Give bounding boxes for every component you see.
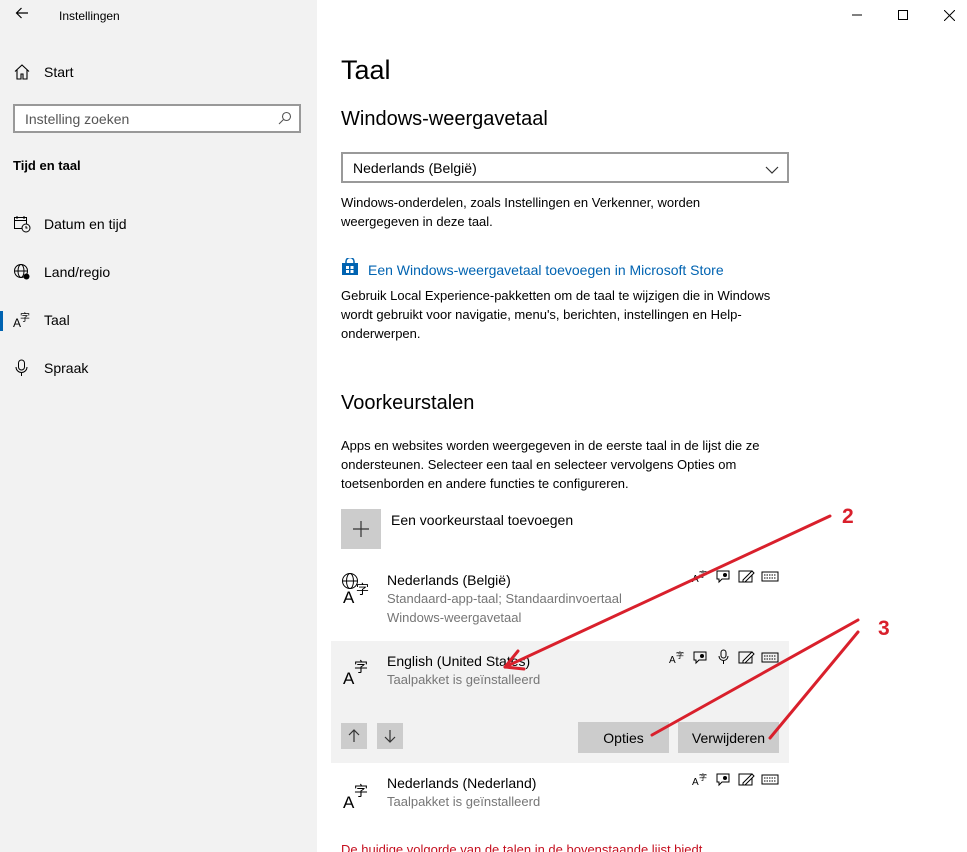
language-features: A字 (692, 771, 779, 788)
svg-text:字: 字 (699, 569, 707, 579)
language-display-icon: A字 (341, 572, 371, 607)
svg-text:字: 字 (699, 772, 707, 782)
options-button[interactable]: Opties (578, 722, 669, 753)
sidebar-item-label: Datum en tijd (44, 216, 127, 232)
list-item-language-selected[interactable]: A字 English (United States) Taalpakket is… (331, 641, 789, 763)
annotation-label-3: 3 (878, 617, 890, 640)
keyboard-icon (761, 649, 779, 665)
sidebar-section-title: Tijd en taal (13, 158, 81, 173)
text-to-speech-icon (692, 649, 710, 665)
preferred-languages-description: Apps en websites worden weergegeven in d… (341, 438, 760, 491)
back-arrow-icon[interactable] (10, 6, 34, 26)
microphone-icon (13, 359, 31, 377)
svg-text:字: 字 (354, 784, 368, 800)
handwriting-icon (738, 771, 756, 787)
language-status: Windows-weergavetaal (387, 610, 522, 625)
language-features: A字 (692, 568, 779, 585)
language-pack-icon: A字 (669, 649, 687, 666)
language-name: English (United States) (387, 653, 531, 669)
handwriting-icon (738, 568, 756, 584)
preferred-languages-heading: Voorkeurstalen (341, 392, 475, 414)
list-item-language[interactable]: A字 Nederlands (Nederland) Taalpakket is … (331, 765, 789, 825)
store-icon (341, 256, 359, 281)
keyboard-icon (761, 771, 779, 787)
sidebar-item-spraak[interactable]: Spraak (0, 348, 317, 388)
svg-text:字: 字 (354, 660, 368, 676)
language-features: A字 (669, 649, 779, 666)
language-icon: A字 (341, 777, 371, 812)
language-pack-icon: A字 (692, 568, 710, 585)
sidebar-item-datum-en-tijd[interactable]: Datum en tijd (0, 204, 317, 244)
store-link-label: Een Windows-weergavetaal toevoegen in Mi… (368, 261, 724, 278)
move-up-button[interactable] (341, 723, 367, 749)
svg-text:字: 字 (676, 650, 684, 660)
arrow-up-icon (348, 729, 360, 742)
sidebar-item-label: Land/regio (44, 264, 111, 280)
svg-text:字: 字 (20, 311, 30, 324)
home-icon (13, 63, 31, 81)
main-content: Taal Windows-weergavetaal Nederlands (Be… (317, 0, 967, 852)
svg-text:A: A (669, 655, 676, 665)
language-icon: A字 (341, 653, 371, 688)
language-order-warning: De huidige volgorde van de talen in de b… (341, 842, 703, 852)
sidebar-item-label: Spraak (44, 360, 89, 376)
language-status: Taalpakket is geïnstalleerd (387, 794, 541, 809)
sidebar-item-start[interactable]: Start (0, 52, 317, 92)
language-name: Nederlands (Nederland) (387, 775, 537, 791)
sidebar-item-label: Start (44, 64, 74, 80)
text-to-speech-icon (715, 568, 733, 584)
calendar-clock-icon (13, 215, 31, 233)
search-input[interactable] (25, 110, 275, 128)
display-language-dropdown[interactable]: Nederlands (België) (341, 152, 789, 183)
chevron-down-icon (765, 162, 779, 174)
search-icon[interactable] (278, 111, 292, 125)
store-description: Gebruik Local Experience-pakketten om de… (341, 288, 771, 341)
dropdown-value: Nederlands (België) (353, 160, 477, 176)
keyboard-icon (761, 568, 779, 584)
sidebar-item-label: Taal (44, 312, 70, 328)
text-to-speech-icon (715, 771, 733, 787)
display-language-description: Windows-onderdelen, zoals Instellingen e… (341, 195, 701, 229)
page-title: Taal (341, 55, 391, 85)
sidebar-item-land-regio[interactable]: Land/regio (0, 252, 317, 292)
sidebar-item-taal[interactable]: A字 Taal (0, 300, 317, 340)
svg-text:A: A (343, 588, 355, 604)
svg-text:字: 字 (356, 583, 369, 598)
language-status: Standaard-app-taal; Standaardinvoertaal (387, 591, 622, 606)
arrow-down-icon (384, 730, 396, 743)
speech-icon (715, 649, 733, 665)
language-status: Taalpakket is geïnstalleerd (387, 672, 541, 687)
app-title: Instellingen (59, 9, 120, 23)
remove-button[interactable]: Verwijderen (678, 722, 779, 753)
handwriting-icon (738, 649, 756, 665)
sidebar: Instellingen Start Tijd en taal Datum en… (0, 0, 317, 852)
globe-region-icon (13, 263, 31, 281)
annotation-label-2: 2 (842, 505, 854, 528)
svg-text:A: A (692, 777, 699, 787)
move-down-button[interactable] (377, 723, 403, 749)
svg-text:A: A (692, 574, 699, 584)
add-language-label: Een voorkeurstaal toevoegen (391, 512, 574, 528)
display-language-heading: Windows-weergavetaal (341, 108, 548, 130)
search-box[interactable] (13, 104, 301, 133)
plus-icon (341, 509, 381, 549)
language-pack-icon: A字 (692, 771, 710, 788)
list-item-language[interactable]: A字 Nederlands (België) Standaard-app-taa… (331, 562, 789, 634)
language-name: Nederlands (België) (387, 572, 511, 588)
language-icon: A字 (13, 311, 31, 330)
store-link[interactable]: Een Windows-weergavetaal toevoegen in Mi… (341, 256, 724, 281)
